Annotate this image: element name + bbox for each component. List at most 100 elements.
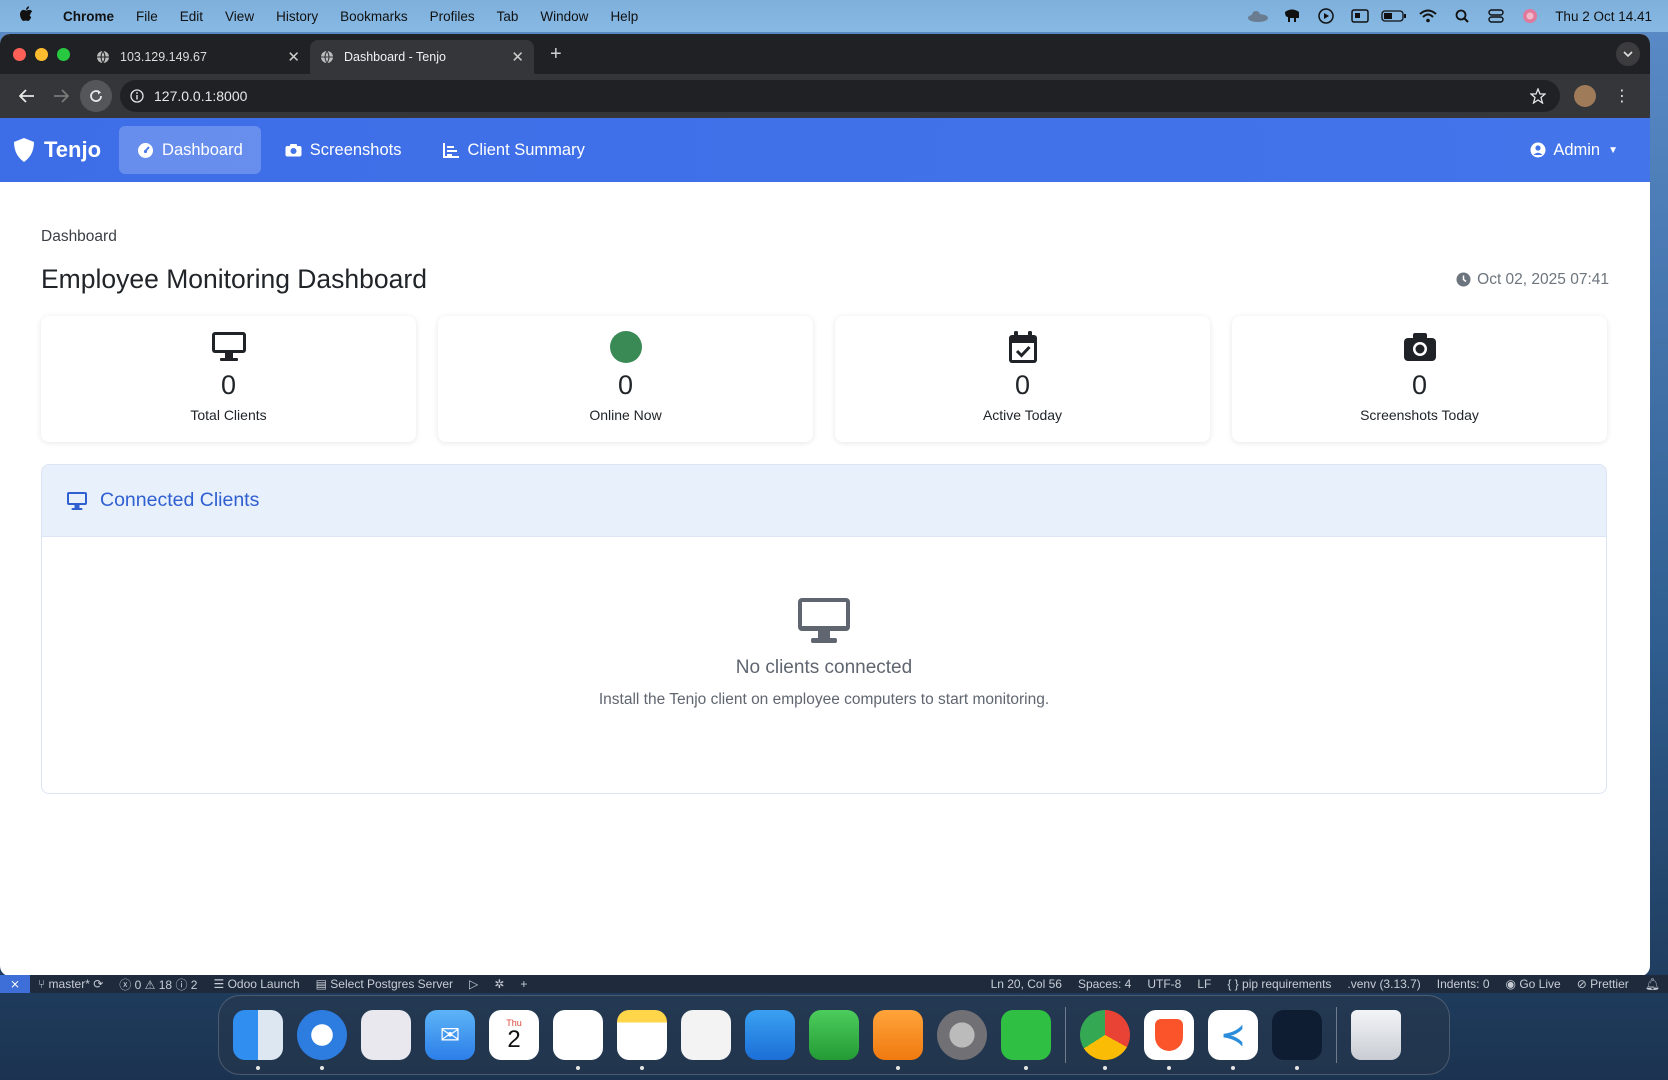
- language-label: pip requirements: [1242, 977, 1332, 991]
- spotlight-search-icon[interactable]: [1445, 9, 1479, 23]
- vscode-icon[interactable]: ≺: [1208, 1010, 1258, 1070]
- new-tab-button[interactable]: +: [534, 43, 562, 66]
- reload-button[interactable]: [80, 80, 112, 112]
- dock-separator: [1065, 1007, 1066, 1063]
- forward-button[interactable]: [44, 79, 78, 113]
- brand-name: Tenjo: [44, 137, 102, 162]
- chevron-down-icon: [1623, 51, 1633, 57]
- status-venv[interactable]: .venv (3.13.7): [1339, 977, 1428, 991]
- url-text[interactable]: 127.0.0.1:8000: [154, 88, 1530, 104]
- run-icon[interactable]: ▷: [461, 977, 486, 991]
- debug-icon[interactable]: ✲: [486, 977, 512, 991]
- address-bar[interactable]: 127.0.0.1:8000: [120, 80, 1560, 112]
- menu-app-name[interactable]: Chrome: [52, 9, 125, 24]
- nav-screenshots-label: Screenshots: [309, 140, 402, 159]
- stat-label: Active Today: [982, 407, 1063, 423]
- tab-bar: 103.129.149.67 ✕ Dashboard - Tenjo ✕ +: [0, 34, 1650, 74]
- status-odoo-launch[interactable]: ☰ Odoo Launch: [205, 977, 307, 991]
- pages-icon[interactable]: [873, 1010, 923, 1070]
- wifi-icon[interactable]: [1411, 9, 1445, 23]
- brave-icon[interactable]: [1144, 1010, 1194, 1070]
- add-icon[interactable]: +: [512, 977, 535, 991]
- finder-icon[interactable]: [233, 1010, 283, 1070]
- safari-icon[interactable]: [297, 1010, 347, 1070]
- freeform-icon[interactable]: [681, 1010, 731, 1060]
- menu-edit[interactable]: Edit: [169, 9, 214, 24]
- profile-avatar[interactable]: [1574, 85, 1596, 107]
- tab-close-icon[interactable]: ✕: [511, 48, 524, 66]
- menu-profiles[interactable]: Profiles: [419, 9, 486, 24]
- browser-tab-dashboard[interactable]: Dashboard - Tenjo ✕: [310, 40, 534, 74]
- status-spaces[interactable]: Spaces: 4: [1070, 977, 1139, 991]
- chrome-icon[interactable]: [1080, 1010, 1130, 1070]
- back-button[interactable]: [10, 79, 44, 113]
- battery-icon[interactable]: [1377, 10, 1411, 22]
- apple-menu-icon[interactable]: [0, 5, 52, 27]
- desktop-icon: [67, 491, 87, 510]
- status-cursor[interactable]: Ln 20, Col 56: [983, 977, 1070, 991]
- heading-row: Employee Monitoring Dashboard Oct 02, 20…: [41, 264, 1609, 295]
- connected-clients-card: Connected Clients No clients connected I…: [41, 464, 1607, 794]
- arrow-right-icon: [54, 89, 69, 103]
- menu-tab[interactable]: Tab: [486, 9, 530, 24]
- reminders-icon[interactable]: [553, 1010, 603, 1070]
- nav-screenshots[interactable]: Screenshots: [267, 126, 420, 174]
- elephant-icon[interactable]: [1275, 8, 1309, 24]
- nav-client-summary[interactable]: Client Summary: [425, 126, 602, 174]
- menu-history[interactable]: History: [265, 9, 329, 24]
- menubar-clock[interactable]: Thu 2 Oct 14.41: [1555, 9, 1652, 24]
- breadcrumb[interactable]: Dashboard: [41, 228, 1609, 246]
- remote-indicator-icon[interactable]: ⨯: [0, 975, 30, 993]
- app-navbar: Tenjo Dashboard Screenshots Client Summa…: [0, 118, 1650, 182]
- prettier-label: Prettier: [1590, 977, 1629, 991]
- system-settings-icon[interactable]: [937, 1010, 987, 1060]
- browser-window: 103.129.149.67 ✕ Dashboard - Tenjo ✕ + 1…: [0, 34, 1650, 976]
- site-info-icon[interactable]: [130, 89, 144, 103]
- status-branch[interactable]: ⑂ master* ⟳: [30, 977, 111, 991]
- camera-icon: [285, 144, 302, 157]
- notes-icon[interactable]: [617, 1010, 667, 1070]
- brand[interactable]: Tenjo: [12, 137, 101, 163]
- cloud-app-icon[interactable]: [1272, 1010, 1322, 1070]
- nav-dashboard[interactable]: Dashboard: [119, 126, 261, 174]
- menu-bookmarks[interactable]: Bookmarks: [329, 9, 419, 24]
- keynote-icon[interactable]: [745, 1010, 795, 1060]
- play-circle-icon[interactable]: [1309, 8, 1343, 24]
- browser-menu-icon[interactable]: ⋮: [1614, 86, 1630, 106]
- tab-search-button[interactable]: [1616, 42, 1640, 66]
- menu-file[interactable]: File: [125, 9, 169, 24]
- browser-tab-ip[interactable]: 103.129.149.67 ✕: [86, 40, 310, 74]
- admin-dropdown[interactable]: Admin ▼: [1530, 141, 1618, 160]
- trash-icon[interactable]: [1351, 1010, 1401, 1060]
- status-encoding[interactable]: UTF-8: [1139, 977, 1189, 991]
- stat-active-today: 0 Active Today: [835, 316, 1210, 442]
- menu-window[interactable]: Window: [529, 9, 599, 24]
- siri-icon[interactable]: [1513, 8, 1547, 24]
- tab-close-icon[interactable]: ✕: [287, 48, 300, 66]
- status-eol[interactable]: LF: [1189, 977, 1219, 991]
- bookmark-star-icon[interactable]: [1530, 88, 1546, 104]
- minimize-window-button[interactable]: [35, 47, 48, 61]
- menu-view[interactable]: View: [214, 9, 265, 24]
- menu-help[interactable]: Help: [599, 9, 649, 24]
- cloud-icon[interactable]: [1241, 10, 1275, 22]
- control-center-icon[interactable]: [1479, 9, 1513, 23]
- whatsapp-icon[interactable]: [1001, 1010, 1051, 1070]
- status-language[interactable]: { } pip requirements: [1219, 977, 1339, 991]
- mail-icon[interactable]: ✉: [425, 1010, 475, 1060]
- status-indents[interactable]: Indents: 0: [1429, 977, 1498, 991]
- status-prettier[interactable]: ⊘ Prettier: [1569, 977, 1637, 991]
- zoom-window-button[interactable]: [57, 47, 70, 61]
- browser-toolbar: 127.0.0.1:8000 ⋮: [0, 74, 1650, 118]
- status-golive[interactable]: ◉ Go Live: [1498, 977, 1569, 991]
- vscode-statusbar: ⨯ ⑂ master* ⟳ ⓧ 0 ⚠ 18 ⓘ 2 ☰ Odoo Launch…: [0, 975, 1668, 993]
- screen-icon[interactable]: [1343, 9, 1377, 23]
- status-problems[interactable]: ⓧ 0 ⚠ 18 ⓘ 2: [111, 976, 205, 993]
- calendar-icon[interactable]: Thu 2: [489, 1010, 539, 1060]
- calendar-check-icon: [1008, 330, 1038, 364]
- close-window-button[interactable]: [13, 47, 26, 61]
- launchpad-icon[interactable]: [361, 1010, 411, 1060]
- numbers-icon[interactable]: [809, 1010, 859, 1060]
- notifications-bell-icon[interactable]: 🔔︎: [1637, 977, 1668, 991]
- status-postgres[interactable]: ▤ Select Postgres Server: [308, 977, 461, 991]
